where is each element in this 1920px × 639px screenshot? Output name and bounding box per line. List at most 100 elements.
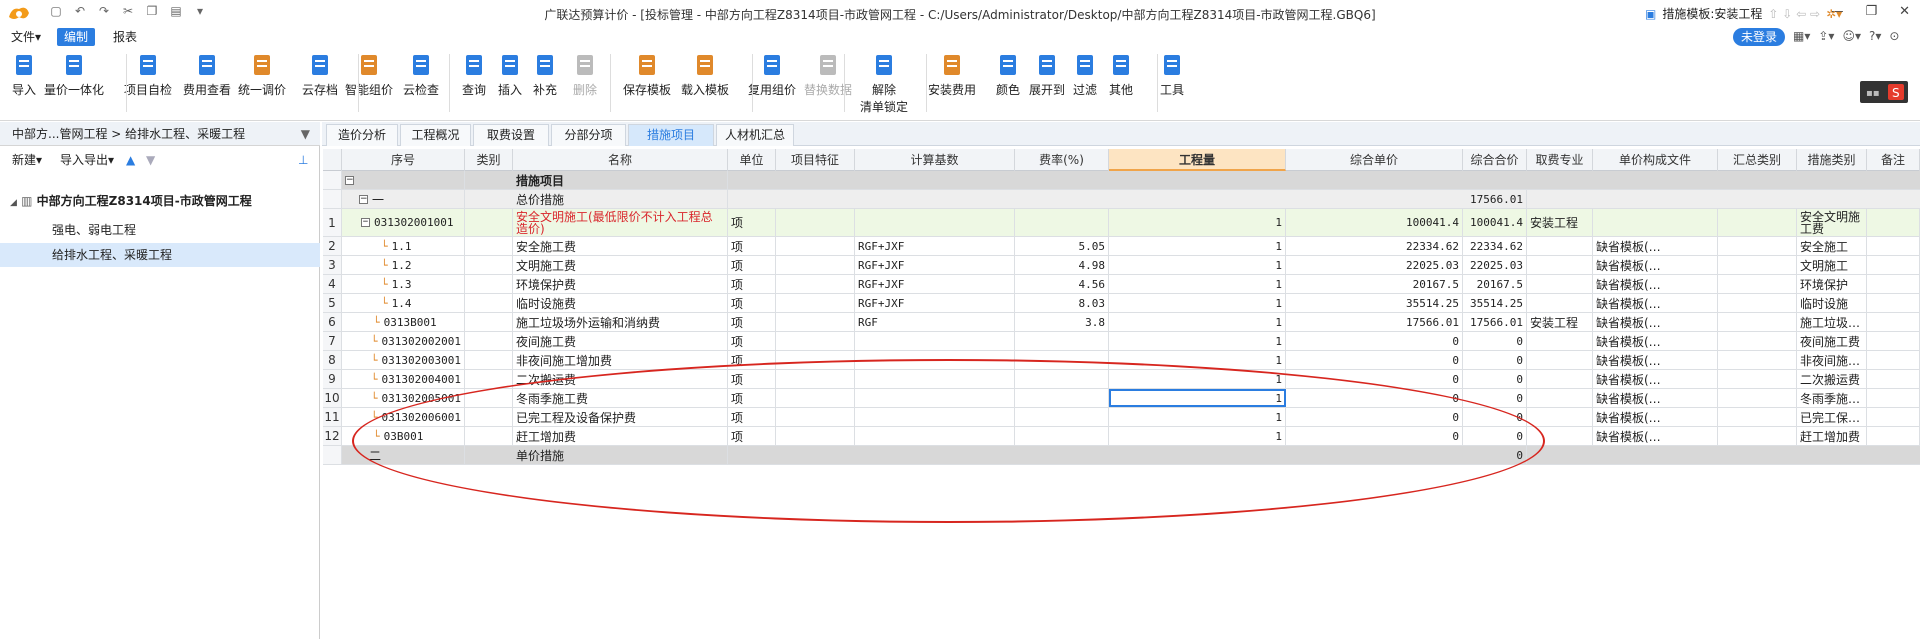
measure-category-cell[interactable]: 冬雨季施…	[1797, 389, 1867, 407]
name-cell[interactable]: 环境保护费	[513, 275, 728, 293]
tree-item-selected[interactable]: 给排水工程、采暖工程	[0, 243, 320, 267]
tree-root[interactable]: ◢ ▥ 中部方向工程Z8314项目-市政管网工程	[10, 192, 252, 209]
fee-view-button[interactable]: 费用查看	[177, 52, 237, 98]
measure-category-cell[interactable]: 已完工保…	[1797, 408, 1867, 426]
grid-cell[interactable]	[776, 332, 855, 350]
total-price-cell[interactable]: 0	[1463, 370, 1527, 388]
unit-price-cell[interactable]: 22334.62	[1286, 237, 1463, 255]
rate-cell[interactable]: 5.05	[1015, 237, 1109, 255]
total-price-cell[interactable]: 0	[1463, 332, 1527, 350]
quantity-cell[interactable]: 1	[1109, 332, 1286, 350]
grid-cell[interactable]	[776, 313, 855, 331]
grid-cell[interactable]	[1867, 370, 1920, 388]
table-row[interactable]: 2 └ 1.1 安全施工费项 RGF+JXF 5.05 1 22334.62 22334.62 缺…	[323, 237, 1920, 256]
column-header[interactable]: 备注	[1867, 149, 1920, 171]
tools-button[interactable]: 工具	[1142, 52, 1202, 98]
row-number[interactable]: 10	[323, 389, 342, 407]
chevron-down-icon[interactable]: ▼	[301, 122, 310, 146]
column-header[interactable]: 工程量	[1109, 149, 1286, 171]
column-header[interactable]: 综合单价	[1286, 149, 1463, 171]
quantity-cell[interactable]: 1	[1109, 294, 1286, 312]
measure-category-cell[interactable]: 环境保护	[1797, 275, 1867, 293]
grid-cell[interactable]	[1718, 209, 1797, 236]
row-number[interactable]: 6	[323, 313, 342, 331]
unit-cell[interactable]: 项	[728, 256, 776, 274]
table-row[interactable]: 4 └ 1.3 环境保护费项 RGF+JXF 4.56 1 20167.5 20167.5 缺省模…	[323, 275, 1920, 294]
tab-3[interactable]: 分部分项	[551, 124, 626, 146]
close-icon[interactable]: ✕	[1899, 4, 1910, 19]
grid-cell[interactable]	[1867, 275, 1920, 293]
grid-cell[interactable]	[1718, 332, 1797, 350]
grid-cell[interactable]	[1718, 275, 1797, 293]
tab-4[interactable]: 措施项目	[628, 124, 714, 146]
column-header[interactable]: 类别	[465, 149, 513, 171]
grid-cell[interactable]	[465, 313, 513, 331]
column-header[interactable]: 计算基数	[855, 149, 1015, 171]
column-header[interactable]: 措施类别	[1797, 149, 1867, 171]
unit-price-cell[interactable]: 20167.5	[1286, 275, 1463, 293]
column-header[interactable]: 汇总类别	[1718, 149, 1797, 171]
unlock-button[interactable]: 解除 清单锁定	[854, 52, 914, 115]
base-cell[interactable]: RGF	[855, 313, 1015, 331]
fee-major-cell[interactable]	[1527, 294, 1593, 312]
row-number[interactable]	[323, 190, 342, 208]
column-header[interactable]: 序号	[342, 149, 465, 171]
code-cell[interactable]: └ 1.3	[342, 275, 465, 293]
toggle-cell[interactable]: −	[342, 171, 465, 189]
collapse-icon[interactable]: ◢	[10, 198, 17, 208]
column-header[interactable]: 综合合价	[1463, 149, 1527, 171]
quantity-cell[interactable]: 1	[1109, 237, 1286, 255]
move-down-icon[interactable]: ▼	[146, 148, 155, 172]
grid-cell[interactable]	[776, 209, 855, 236]
grid-cell[interactable]	[1867, 389, 1920, 407]
self-check-button[interactable]: 项目自检	[118, 52, 178, 98]
price-adjust-button[interactable]: 统一调价	[232, 52, 292, 98]
unit-cell[interactable]: 项	[728, 332, 776, 350]
tree-item[interactable]: 强电、弱电工程	[0, 218, 320, 242]
quantity-cell[interactable]: 1	[1109, 256, 1286, 274]
pin-icon[interactable]: ⊥	[298, 148, 308, 172]
total-price-cell[interactable]: 100041.4	[1463, 209, 1527, 236]
grid-cell[interactable]	[465, 237, 513, 255]
measure-category-cell[interactable]: 文明施工	[1797, 256, 1867, 274]
grid-cell[interactable]	[1718, 351, 1797, 369]
group-name[interactable]: 总价措施	[513, 190, 728, 208]
name-cell[interactable]: 施工垃圾场外运输和消纳费	[513, 313, 728, 331]
row-number[interactable]: 11	[323, 408, 342, 426]
measure-category-cell[interactable]: 施工垃圾…	[1797, 313, 1867, 331]
measure-category-cell[interactable]: 安全施工	[1797, 237, 1867, 255]
code-cell[interactable]: └ 1.2	[342, 256, 465, 274]
import-export-button[interactable]: 导入导出▾	[60, 148, 114, 172]
name-cell[interactable]: 文明施工费	[513, 256, 728, 274]
login-button[interactable]: 未登录	[1733, 28, 1786, 46]
base-cell[interactable]: RGF+JXF	[855, 256, 1015, 274]
unit-cell[interactable]: 项	[728, 209, 776, 236]
column-header[interactable]: 项目特征	[776, 149, 855, 171]
tab-0[interactable]: 造价分析	[326, 124, 398, 146]
collapse-icon[interactable]: −	[345, 175, 354, 185]
grid-cell[interactable]	[776, 256, 855, 274]
measure-category-cell[interactable]: 非夜间施…	[1797, 351, 1867, 369]
row-number[interactable]: 1	[323, 209, 342, 236]
template-indicator[interactable]: ▣ 措施模板:安装工程 ⇧ ⇩ ⇦ ⇨ ✲▾	[1645, 5, 1842, 22]
grid-cell[interactable]	[465, 351, 513, 369]
grid-cell[interactable]	[465, 294, 513, 312]
fee-major-cell[interactable]	[1527, 256, 1593, 274]
grid-cell[interactable]	[776, 275, 855, 293]
grid-cell[interactable]	[776, 237, 855, 255]
menu-edit[interactable]: 编制	[57, 28, 96, 46]
table-row[interactable]: 7 └ 031302002001 夜间施工费项 1 0 0 缺省模板(… 夜间施工费	[323, 332, 1920, 351]
price-file-cell[interactable]: 缺省模板(…	[1593, 237, 1718, 255]
menu-report[interactable]: 报表	[106, 28, 144, 46]
column-header[interactable]: 单价构成文件	[1593, 149, 1718, 171]
layout-icon[interactable]: ▦▾	[1793, 29, 1810, 43]
cloud-check-button[interactable]: 云检查	[391, 52, 451, 98]
total-price-cell[interactable]: 17566.01	[1463, 313, 1527, 331]
row-number[interactable]: 9	[323, 370, 342, 388]
grid-cell[interactable]	[1867, 294, 1920, 312]
total-price-cell[interactable]: 35514.25	[1463, 294, 1527, 312]
grid-cell[interactable]	[465, 256, 513, 274]
name-cell[interactable]: 安全施工费	[513, 237, 728, 255]
unit-cell[interactable]: 项	[728, 237, 776, 255]
price-file-cell[interactable]: 缺省模板(…	[1593, 313, 1718, 331]
